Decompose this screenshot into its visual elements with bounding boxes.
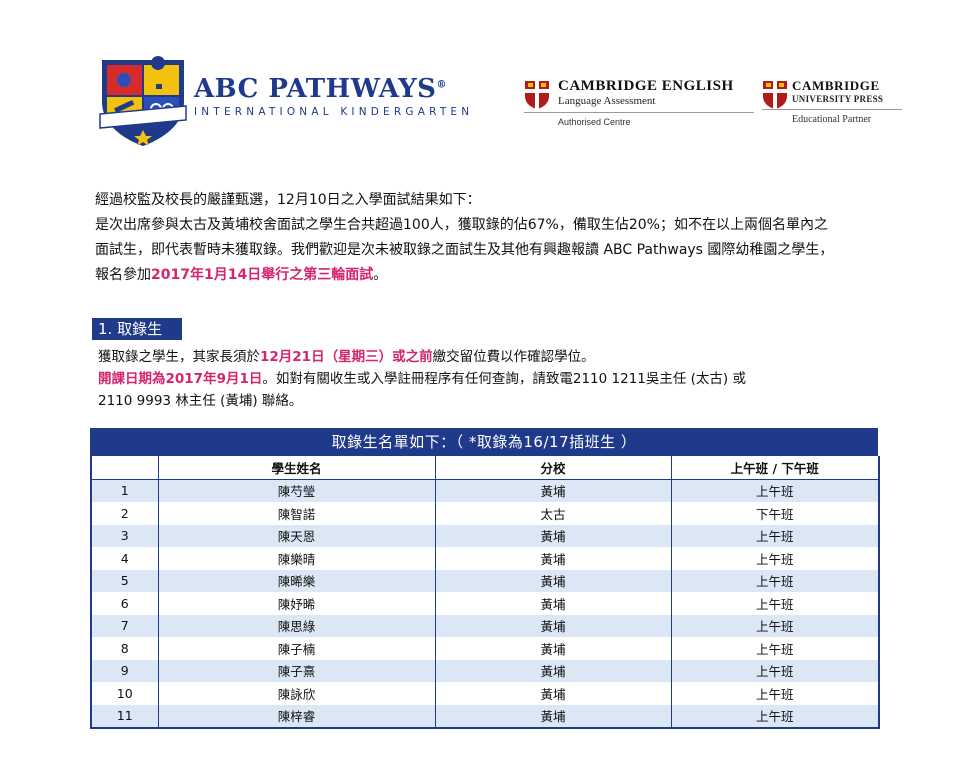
- column-header-session: 上午班 / 下午班: [670, 456, 880, 480]
- cell-campus: 黃埔: [434, 547, 672, 570]
- cell-index: 2: [90, 502, 159, 525]
- section-line: 獲取錄之學生，其家長須於12月21日（星期三）或之前繳交留位費以作確認學位。: [98, 349, 595, 365]
- divider: [524, 112, 754, 113]
- cambridge-press-title: CAMBRIDGE: [792, 78, 880, 93]
- cell-student-name: 陳芍瑩: [157, 479, 436, 502]
- cambridge-press-logo: CAMBRIDGE UNIVERSITY PRESS Educational P…: [762, 78, 902, 125]
- section-heading: 1. 取錄生: [92, 318, 182, 340]
- intro-line: 經過校監及校長的嚴謹甄選，12月10日之入學面試結果如下：: [95, 192, 481, 208]
- cell-index: 4: [90, 547, 159, 570]
- brand-name: ABC PATHWAYS®: [194, 74, 447, 104]
- cell-campus: 黃埔: [434, 682, 672, 705]
- table-row: 7 陳思綠 黃埔 上午班: [90, 614, 880, 637]
- cambridge-press-note: Educational Partner: [792, 114, 872, 125]
- page-header: ABC PATHWAYS® INTERNATIONAL KINDERGARTEN…: [0, 0, 960, 160]
- cell-session: 上午班: [670, 569, 880, 592]
- school-crest-logo: [99, 56, 187, 146]
- cell-campus: 黃埔: [434, 704, 672, 728]
- table-row: 8 陳子楠 黃埔 上午班: [90, 637, 880, 660]
- cambridge-english-subtitle: Language Assessment: [558, 95, 656, 107]
- admitted-students-table: 取錄生名單如下：（ *取錄為16/17插班生 ） 學生姓名 分校 上午班 / 下…: [90, 428, 880, 729]
- section-body: 獲取錄之學生，其家長須於12月21日（星期三）或之前繳交留位費以作確認學位。 開…: [98, 346, 746, 412]
- cambridge-english-title: CAMBRIDGE ENGLISH: [558, 78, 734, 94]
- cell-session: 下午班: [670, 502, 880, 525]
- cell-campus: 黃埔: [434, 659, 672, 682]
- cambridge-press-subtitle: UNIVERSITY PRESS: [792, 94, 884, 104]
- intro-line: 面試生，即代表暫時未獲取錄。我們歡迎是次未被取錄之面試生及其他有興趣報讀 ABC…: [95, 242, 834, 258]
- cell-campus: 黃埔: [434, 637, 672, 660]
- cell-student-name: 陳子楠: [157, 637, 436, 660]
- cell-session: 上午班: [670, 479, 880, 502]
- intro-paragraph: 經過校監及校長的嚴謹甄選，12月10日之入學面試結果如下： 是次出席參與太古及黃…: [95, 188, 875, 288]
- table-row: 2 陳智諾 太古 下午班: [90, 502, 880, 525]
- cell-campus: 黃埔: [434, 614, 672, 637]
- cell-student-name: 陳妤晞: [157, 592, 436, 615]
- cell-index: 9: [90, 659, 159, 682]
- cell-index: 8: [90, 637, 159, 660]
- cell-campus: 黃埔: [434, 524, 672, 547]
- students-table: 學生姓名 分校 上午班 / 下午班 1 陳芍瑩 黃埔 上午班 2 陳智諾 太古 下午班 3 陳天恩…: [90, 456, 880, 729]
- column-header-campus: 分校: [434, 456, 672, 480]
- cell-student-name: 陳晞樂: [157, 569, 436, 592]
- interview-date-highlight: 2017年1月14日舉行之第三輪面試: [151, 267, 374, 283]
- table-row: 4 陳樂晴 黃埔 上午班: [90, 547, 880, 570]
- section-line: 2110 9993 林主任 (黃埔) 聯絡。: [98, 393, 303, 409]
- cell-index: 7: [90, 614, 159, 637]
- cell-session: 上午班: [670, 659, 880, 682]
- registered-mark: ®: [436, 79, 447, 91]
- cambridge-english-logo: CAMBRIDGE ENGLISH Language Assessment Au…: [524, 78, 754, 127]
- table-row: 11 陳梓睿 黃埔 上午班: [90, 704, 880, 728]
- deadline-highlight: 12月21日（星期三）或之前: [260, 349, 433, 365]
- intro-line: 是次出席參與太古及黃埔校舍面試之學生合共超過100人，獲取錄的佔67%，備取生佔…: [95, 217, 828, 233]
- cell-session: 上午班: [670, 682, 880, 705]
- table-row: 3 陳天恩 黃埔 上午班: [90, 524, 880, 547]
- cell-session: 上午班: [670, 524, 880, 547]
- table-row: 9 陳子熹 黃埔 上午班: [90, 659, 880, 682]
- brand-block: ABC PATHWAYS® INTERNATIONAL KINDERGARTEN: [194, 74, 473, 118]
- cell-session: 上午班: [670, 614, 880, 637]
- cell-session: 上午班: [670, 704, 880, 728]
- cell-student-name: 陳樂晴: [157, 547, 436, 570]
- cell-student-name: 陳詠欣: [157, 682, 436, 705]
- cambridge-english-note: Authorised Centre: [558, 117, 631, 127]
- table-header-row: 學生姓名 分校 上午班 / 下午班: [90, 456, 880, 480]
- table-row: 6 陳妤晞 黃埔 上午班: [90, 592, 880, 615]
- cell-campus: 黃埔: [434, 479, 672, 502]
- cell-index: 11: [90, 704, 159, 728]
- cell-session: 上午班: [670, 547, 880, 570]
- cell-index: 5: [90, 569, 159, 592]
- intro-line: 報名參加2017年1月14日舉行之第三輪面試。: [95, 267, 388, 283]
- cell-index: 10: [90, 682, 159, 705]
- table-title: 取錄生名單如下：（ *取錄為16/17插班生 ）: [90, 428, 878, 456]
- cell-student-name: 陳梓睿: [157, 704, 436, 728]
- column-header-name: 學生姓名: [157, 456, 436, 480]
- cambridge-shield-icon: [525, 81, 549, 109]
- brand-subtitle: INTERNATIONAL KINDERGARTEN: [194, 106, 474, 118]
- cell-index: 6: [90, 592, 159, 615]
- cell-campus: 黃埔: [434, 569, 672, 592]
- cell-session: 上午班: [670, 592, 880, 615]
- section-line: 開課日期為2017年9月1日。如對有關收生或入學註冊程序有任何查詢，請致電211…: [98, 371, 746, 387]
- column-header-index: [90, 456, 159, 480]
- cell-student-name: 陳子熹: [157, 659, 436, 682]
- start-date-highlight: 開課日期為2017年9月1日: [98, 371, 263, 387]
- table-row: 10 陳詠欣 黃埔 上午班: [90, 682, 880, 705]
- table-row: 1 陳芍瑩 黃埔 上午班: [90, 479, 880, 502]
- cell-index: 1: [90, 479, 159, 502]
- cell-student-name: 陳智諾: [157, 502, 436, 525]
- cell-index: 3: [90, 524, 159, 547]
- cell-campus: 黃埔: [434, 592, 672, 615]
- cambridge-shield-icon: [763, 81, 787, 109]
- table-row: 5 陳晞樂 黃埔 上午班: [90, 569, 880, 592]
- cell-session: 上午班: [670, 637, 880, 660]
- cell-student-name: 陳思綠: [157, 614, 436, 637]
- cell-campus: 太古: [434, 502, 672, 525]
- cell-student-name: 陳天恩: [157, 524, 436, 547]
